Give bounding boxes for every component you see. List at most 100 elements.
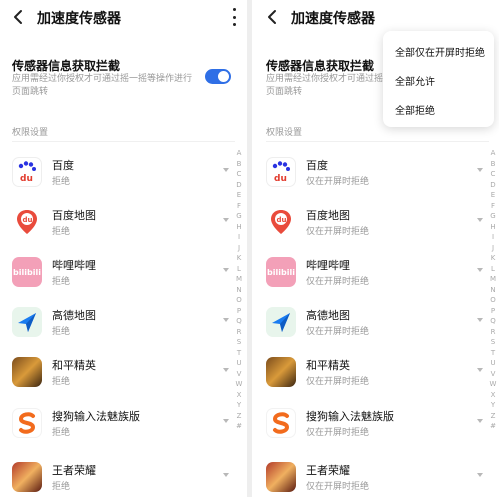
alphabet-letter[interactable]: O	[490, 295, 496, 306]
dropdown-caret-icon[interactable]	[477, 368, 483, 372]
alphabet-letter[interactable]: W	[490, 379, 497, 390]
svg-text:du: du	[23, 216, 33, 224]
alphabet-letter[interactable]: G	[490, 211, 495, 222]
dropdown-caret-icon[interactable]	[223, 318, 229, 322]
app-row-gaode-map[interactable]: 高德地图 仅在开屏时拒绝	[254, 301, 499, 351]
alphabet-letter[interactable]: I	[238, 232, 240, 243]
alphabet-letter[interactable]: H	[490, 222, 495, 233]
dropdown-caret-icon[interactable]	[477, 318, 483, 322]
app-row-baidu[interactable]: du 百度 拒绝	[0, 151, 245, 201]
alphabet-letter[interactable]: C	[491, 169, 496, 180]
app-row-baidu-map[interactable]: du 百度地图 拒绝	[0, 201, 245, 251]
alphabet-letter[interactable]: R	[491, 327, 496, 338]
app-row-baidu[interactable]: du 百度 仅在开屏时拒绝	[254, 151, 499, 201]
more-menu-icon[interactable]	[231, 8, 237, 26]
alphabet-letter[interactable]: Q	[490, 316, 496, 327]
app-permission-status: 仅在开屏时拒绝	[306, 428, 370, 438]
alphabet-letter[interactable]: H	[236, 222, 241, 233]
alphabet-letter[interactable]: T	[237, 348, 241, 359]
alphabet-letter[interactable]: A	[237, 148, 242, 159]
block-toggle-switch[interactable]	[205, 69, 231, 84]
alphabet-letter[interactable]: K	[491, 253, 496, 264]
menu-item-allow-all[interactable]: 全部允许	[395, 73, 435, 88]
alphabet-letter[interactable]: J	[492, 243, 494, 254]
svg-text:du: du	[274, 174, 287, 184]
alphabet-letter[interactable]: F	[237, 201, 241, 212]
dropdown-caret-icon[interactable]	[223, 218, 229, 222]
app-row-gaode-map[interactable]: 高德地图 拒绝	[0, 301, 245, 351]
menu-item-deny-on-launch-all[interactable]: 全部仅在开屏时拒绝	[395, 44, 485, 59]
alphabet-letter[interactable]: I	[492, 232, 494, 243]
alphabet-letter[interactable]: E	[237, 190, 241, 201]
alphabet-letter[interactable]: N	[490, 285, 495, 296]
dropdown-caret-icon[interactable]	[477, 419, 483, 423]
alphabet-letter[interactable]: Y	[237, 400, 241, 411]
alphabet-letter[interactable]: J	[238, 243, 240, 254]
alphabet-index[interactable]: A B C D E F G H I J K L M N O P Q R S T …	[488, 148, 498, 432]
alphabet-letter[interactable]: V	[237, 369, 242, 380]
alphabet-letter[interactable]: O	[236, 295, 242, 306]
alphabet-letter[interactable]: F	[491, 201, 495, 212]
dropdown-caret-icon[interactable]	[477, 473, 483, 477]
alphabet-letter[interactable]: G	[236, 211, 241, 222]
alphabet-letter[interactable]: A	[491, 148, 496, 159]
alphabet-letter[interactable]: L	[491, 264, 495, 275]
dropdown-caret-icon[interactable]	[477, 218, 483, 222]
alphabet-letter[interactable]: D	[490, 180, 495, 191]
app-name: 搜狗输入法魅族版	[52, 410, 140, 423]
alphabet-letter[interactable]: N	[236, 285, 241, 296]
menu-item-deny-all[interactable]: 全部拒绝	[395, 102, 435, 117]
app-row-bilibili[interactable]: bilibili 哔哩哔哩 仅在开屏时拒绝	[254, 251, 499, 301]
alphabet-letter[interactable]: L	[237, 264, 241, 275]
back-arrow-icon[interactable]	[10, 8, 28, 26]
alphabet-letter[interactable]: P	[237, 306, 241, 317]
alphabet-letter[interactable]: M	[490, 274, 496, 285]
dropdown-caret-icon[interactable]	[223, 368, 229, 372]
alphabet-letter[interactable]: D	[236, 180, 241, 191]
dropdown-caret-icon[interactable]	[223, 419, 229, 423]
baidu-map-icon: du	[12, 207, 42, 237]
svg-text:du: du	[277, 216, 287, 224]
alphabet-letter[interactable]: V	[491, 369, 496, 380]
alphabet-letter[interactable]: #	[490, 421, 496, 432]
app-row-peace-elite[interactable]: 和平精英 拒绝	[0, 351, 245, 401]
alphabet-letter[interactable]: X	[237, 390, 242, 401]
dropdown-caret-icon[interactable]	[223, 168, 229, 172]
dropdown-caret-icon[interactable]	[477, 268, 483, 272]
alphabet-letter[interactable]: Z	[491, 411, 496, 422]
alphabet-letter[interactable]: T	[491, 348, 495, 359]
svg-text:du: du	[20, 174, 33, 184]
alphabet-letter[interactable]: Z	[237, 411, 242, 422]
dropdown-caret-icon[interactable]	[223, 473, 229, 477]
alphabet-letter[interactable]: S	[237, 337, 241, 348]
alphabet-letter[interactable]: Q	[236, 316, 242, 327]
alphabet-letter[interactable]: B	[237, 159, 242, 170]
screen-divider	[247, 0, 252, 497]
alphabet-letter[interactable]: P	[491, 306, 495, 317]
app-permission-status: 仅在开屏时拒绝	[306, 277, 370, 287]
alphabet-letter[interactable]: E	[491, 190, 495, 201]
alphabet-letter[interactable]: U	[490, 358, 495, 369]
alphabet-letter[interactable]: B	[491, 159, 496, 170]
app-row-sogou[interactable]: 搜狗输入法魅族版 拒绝	[0, 402, 245, 452]
app-row-honor-of-kings[interactable]: 王者荣耀 拒绝	[0, 456, 245, 497]
app-row-baidu-map[interactable]: du 百度地图 仅在开屏时拒绝	[254, 201, 499, 251]
app-row-peace-elite[interactable]: 和平精英 仅在开屏时拒绝	[254, 351, 499, 401]
dropdown-caret-icon[interactable]	[477, 168, 483, 172]
alphabet-letter[interactable]: W	[236, 379, 243, 390]
alphabet-letter[interactable]: M	[236, 274, 242, 285]
alphabet-letter[interactable]: U	[236, 358, 241, 369]
alphabet-index[interactable]: A B C D E F G H I J K L M N O P Q R S T …	[234, 148, 244, 432]
alphabet-letter[interactable]: X	[491, 390, 496, 401]
app-row-bilibili[interactable]: bilibili 哔哩哔哩 拒绝	[0, 251, 245, 301]
alphabet-letter[interactable]: Y	[491, 400, 495, 411]
app-row-sogou[interactable]: 搜狗输入法魅族版 仅在开屏时拒绝	[254, 402, 499, 452]
dropdown-caret-icon[interactable]	[223, 268, 229, 272]
app-row-honor-of-kings[interactable]: 王者荣耀 仅在开屏时拒绝	[254, 456, 499, 497]
back-arrow-icon[interactable]	[264, 8, 282, 26]
alphabet-letter[interactable]: #	[236, 421, 242, 432]
alphabet-letter[interactable]: K	[237, 253, 242, 264]
alphabet-letter[interactable]: R	[237, 327, 242, 338]
alphabet-letter[interactable]: S	[491, 337, 495, 348]
alphabet-letter[interactable]: C	[237, 169, 242, 180]
